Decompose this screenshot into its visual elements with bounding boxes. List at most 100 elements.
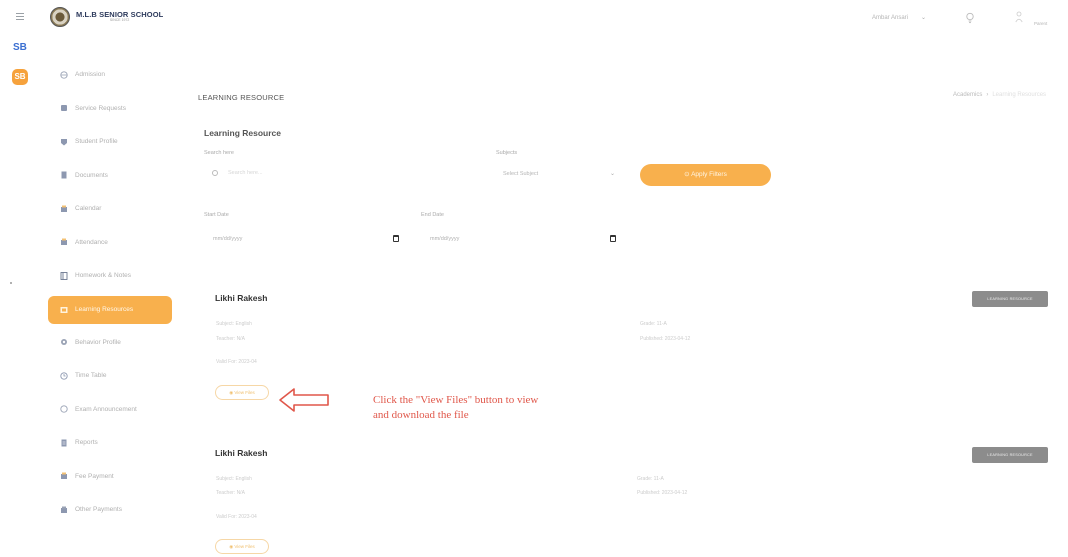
sidebar-item-label: Behavior Profile (75, 338, 121, 346)
rail-dot (10, 282, 12, 284)
exam-icon (60, 405, 68, 413)
behavior-profile-icon (60, 338, 68, 346)
resource-teacher: Teacher: N/A (216, 336, 245, 342)
student-profile-icon (60, 138, 68, 146)
sidebar-item-calendar[interactable]: Calendar (48, 192, 172, 226)
sidebar-item-learning-resources[interactable]: Learning Resources (48, 295, 172, 324)
apply-filters-button[interactable]: ⊙ Apply Filters (640, 164, 771, 186)
sidebar-item-behavior-profile[interactable]: Behavior Profile (48, 326, 172, 360)
sidebar-item-label: Exam Announcement (75, 405, 137, 413)
sidebar: Admission Service Requests Student Profi… (48, 58, 172, 527)
breadcrumb: Academics › Learning Resources (953, 92, 1046, 98)
chevron-down-icon: ⌄ (610, 171, 616, 177)
start-date-field[interactable]: mm/dd/yyyy (204, 231, 404, 249)
search-icon (212, 170, 218, 176)
school-subtitle: SINCE 1972 (109, 18, 130, 23)
lightbulb-icon[interactable] (965, 12, 975, 24)
chevron-down-icon[interactable]: ⌄ (921, 14, 926, 21)
start-date-placeholder: mm/dd/yyyy (213, 236, 243, 242)
sidebar-item-reports[interactable]: Reports (48, 426, 172, 460)
end-date-placeholder: mm/dd/yyyy (430, 236, 460, 242)
user-avatar-icon[interactable] (1015, 11, 1023, 23)
breadcrumb-current: Learning Resources (992, 92, 1047, 98)
user-name[interactable]: Ambar Ansari (872, 15, 908, 21)
annotation-line: and download the file (373, 409, 469, 421)
apply-filters-label: Apply Filters (691, 171, 727, 178)
sidebar-item-attendance[interactable]: Attendance (48, 226, 172, 260)
resource-author: Likhi Rakesh (215, 448, 268, 458)
page-title: LEARNING RESOURCE (198, 93, 285, 102)
admission-icon (60, 71, 68, 79)
start-date-label: Start Date (204, 212, 229, 218)
sidebar-item-label: Time Table (75, 372, 107, 380)
sidebar-item-admission[interactable]: Admission (48, 58, 172, 92)
resource-published: Published: 2023-04-12 (640, 336, 691, 342)
reports-icon (60, 439, 68, 447)
card-title: Learning Resource (204, 128, 281, 138)
rail-item-active-icon[interactable]: SB (12, 69, 28, 85)
view-files-button[interactable]: ◉ View Files (215, 385, 269, 400)
resource-grade: Grade: 11-A (640, 321, 667, 327)
annotation-line: Click the "View Files" button to view (373, 394, 539, 406)
sidebar-item-label: Documents (75, 171, 108, 179)
sidebar-item-label: Calendar (75, 205, 102, 213)
fee-payment-icon (60, 472, 68, 480)
sidebar-item-other-payments[interactable]: Other Payments (48, 493, 172, 527)
sidebar-item-label: Other Payments (75, 506, 122, 514)
sidebar-item-label: Homework & Notes (75, 272, 131, 280)
sidebar-item-exam-announcement[interactable]: Exam Announcement (48, 393, 172, 427)
school-logo (50, 7, 70, 27)
documents-icon (60, 171, 68, 179)
resource-grade: Grade: 11-A (637, 476, 664, 482)
menu-icon[interactable] (16, 13, 24, 22)
subjects-select[interactable]: Select Subject ⌄ (496, 165, 624, 185)
view-files-label: View Files (234, 390, 255, 395)
sidebar-item-student-profile[interactable]: Student Profile (48, 125, 172, 159)
calendar-icon[interactable] (610, 235, 616, 242)
service-requests-icon (60, 104, 68, 112)
resource-type-badge[interactable]: LEARNING RESOURCE (972, 291, 1048, 307)
resource-subject: Subject: English (216, 321, 252, 327)
icon-rail: SB SB (0, 0, 38, 557)
instruction-annotation: Click the "View Files" button to view an… (373, 393, 623, 423)
end-date-label: End Date (421, 212, 444, 218)
school-brand[interactable]: M.L.B SENIOR SCHOOL SINCE 1972 (50, 7, 163, 27)
search-label: Search here (204, 150, 234, 156)
end-date-field[interactable]: mm/dd/yyyy (421, 231, 621, 249)
sidebar-item-documents[interactable]: Documents (48, 159, 172, 193)
calendar-icon[interactable] (393, 235, 399, 242)
attendance-icon (60, 238, 68, 246)
sidebar-item-label: Student Profile (75, 138, 118, 146)
sidebar-item-service-requests[interactable]: Service Requests (48, 92, 172, 126)
sidebar-item-fee-payment[interactable]: Fee Payment (48, 460, 172, 494)
subjects-label: Subjects (496, 150, 518, 156)
user-role-label: Parent (1034, 21, 1048, 26)
resource-type-badge[interactable]: LEARNING RESOURCE (972, 447, 1048, 463)
resource-published: Published: 2023-04-12 (637, 490, 688, 496)
calendar-icon (60, 205, 68, 213)
rail-item-icon[interactable]: SB (13, 42, 27, 54)
breadcrumb-separator: › (986, 92, 989, 98)
clock-icon (60, 372, 68, 380)
sidebar-item-label: Learning Resources (75, 306, 134, 313)
homework-icon (60, 271, 68, 280)
sidebar-item-time-table[interactable]: Time Table (48, 359, 172, 393)
sidebar-item-label: Admission (75, 71, 105, 79)
search-placeholder: Search here... (228, 170, 263, 176)
view-files-label: View Files (234, 544, 255, 549)
sidebar-item-label: Attendance (75, 238, 108, 246)
view-files-button[interactable]: ◉ View Files (215, 539, 269, 554)
subjects-value: Select Subject (503, 171, 539, 177)
resource-author: Likhi Rakesh (215, 293, 268, 303)
resource-valid-for: Valid For: 2023-04 (216, 514, 257, 520)
arrow-left-icon (279, 388, 329, 412)
breadcrumb-parent[interactable]: Academics (953, 92, 982, 98)
sidebar-item-homework-notes[interactable]: Homework & Notes (48, 259, 172, 293)
sidebar-item-label: Reports (75, 439, 98, 447)
sidebar-item-label: Service Requests (75, 104, 126, 112)
other-payments-icon (60, 506, 68, 514)
search-input[interactable]: Search here... (204, 164, 464, 184)
sidebar-item-label: Fee Payment (75, 472, 114, 480)
resource-valid-for: Valid For: 2023-04 (216, 359, 257, 365)
resource-teacher: Teacher: N/A (216, 490, 245, 496)
